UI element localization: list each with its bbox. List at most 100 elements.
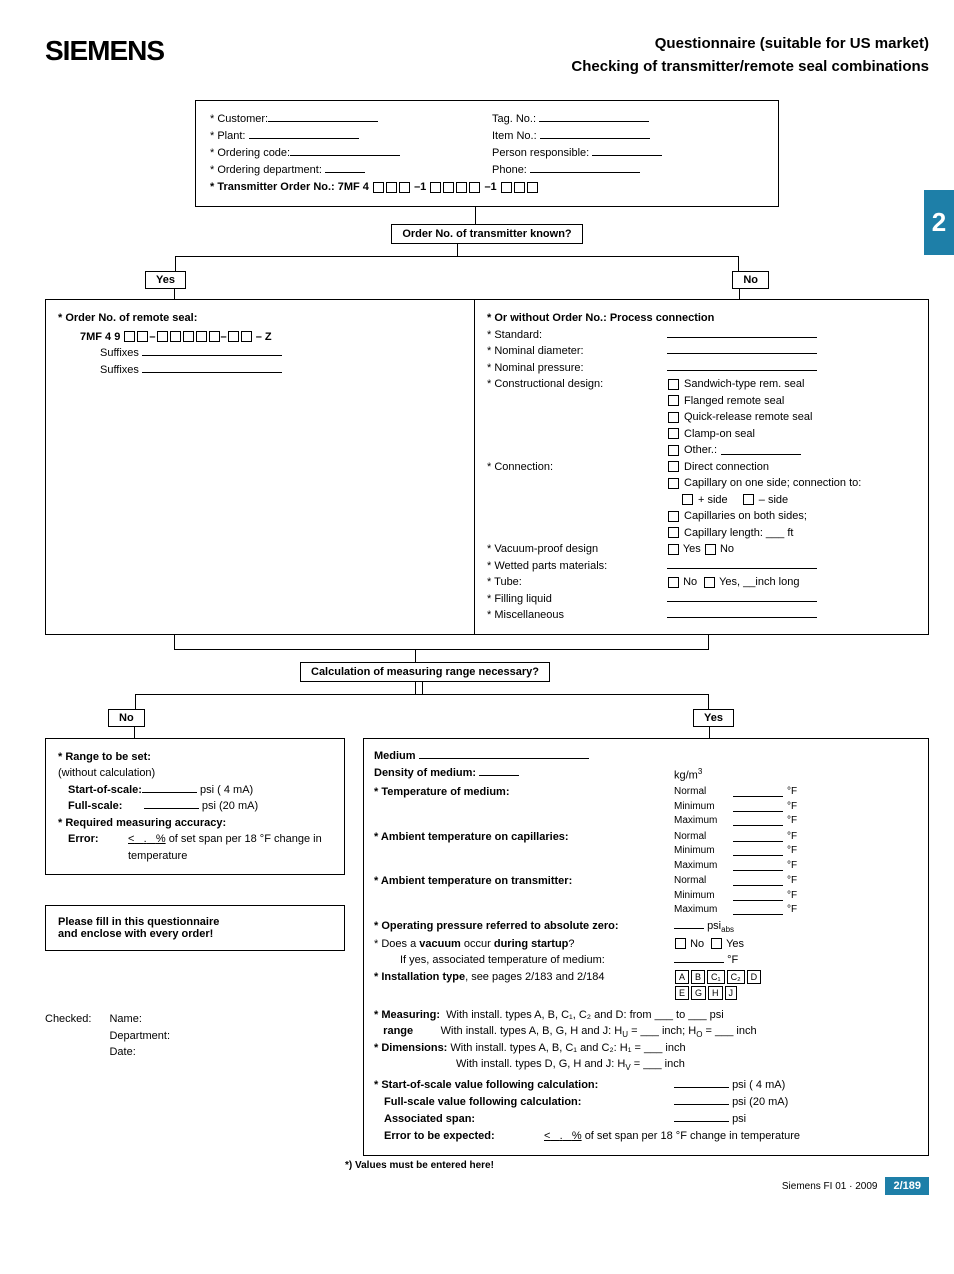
- char-box[interactable]: [157, 331, 168, 342]
- opt-cap-len: Capillary length: ___ ft: [684, 525, 793, 542]
- input-tm-max[interactable]: [733, 817, 783, 826]
- input-other[interactable]: [721, 445, 801, 455]
- char-box[interactable]: [137, 331, 148, 342]
- branch-yes-2: Yes: [693, 709, 734, 727]
- input-nompres[interactable]: [667, 361, 817, 371]
- input-suffixes-1[interactable]: [142, 346, 282, 356]
- char-box[interactable]: [373, 182, 384, 193]
- chk-tube-no[interactable]: [668, 577, 679, 588]
- inst-C1[interactable]: C₁: [707, 970, 725, 984]
- chk-flanged[interactable]: [668, 395, 679, 406]
- char-box[interactable]: [443, 182, 454, 193]
- chk-plus-side[interactable]: [682, 494, 693, 505]
- input-sos-calc[interactable]: [674, 1078, 729, 1088]
- inst-C2[interactable]: C₂: [727, 970, 745, 984]
- input-tm-min[interactable]: [733, 803, 783, 812]
- input-standard[interactable]: [667, 328, 817, 338]
- input-ac-normal[interactable]: [733, 833, 783, 842]
- chk-tube-yes[interactable]: [704, 577, 715, 588]
- input-sos[interactable]: [142, 783, 197, 793]
- char-box[interactable]: [469, 182, 480, 193]
- inst-E[interactable]: E: [675, 986, 689, 1000]
- input-nomdia[interactable]: [667, 344, 817, 354]
- input-fs[interactable]: [144, 799, 199, 809]
- char-box[interactable]: [209, 331, 220, 342]
- input-density[interactable]: [479, 766, 519, 776]
- input-tm-normal[interactable]: [733, 788, 783, 797]
- inst-B[interactable]: B: [691, 970, 705, 984]
- char-box[interactable]: [527, 182, 538, 193]
- input-at-max[interactable]: [733, 906, 783, 915]
- char-box[interactable]: [399, 182, 410, 193]
- input-assoc-span[interactable]: [674, 1112, 729, 1122]
- inst-J[interactable]: J: [725, 986, 738, 1000]
- page-number: 2/189: [885, 1177, 929, 1195]
- lbl-op-pressure: * Operating pressure referred to absolut…: [374, 919, 674, 935]
- lbl-sos-unit: psi ( 4 mA): [200, 784, 253, 796]
- brand-logo: SIEMENS: [45, 35, 164, 67]
- char-box[interactable]: [170, 331, 181, 342]
- char-box[interactable]: [241, 331, 252, 342]
- chk-vac-no[interactable]: [705, 544, 716, 555]
- char-box[interactable]: [514, 182, 525, 193]
- input-op-pressure[interactable]: [674, 919, 704, 929]
- input-customer[interactable]: [268, 112, 378, 122]
- char-box[interactable]: [183, 331, 194, 342]
- chk-direct[interactable]: [668, 461, 679, 472]
- input-ac-max[interactable]: [733, 862, 783, 871]
- checked-block: Checked: Name: Department: Date:: [45, 1011, 345, 1061]
- input-orddept[interactable]: [325, 163, 365, 173]
- input-phone[interactable]: [530, 163, 640, 173]
- chk-cap-one[interactable]: [668, 478, 679, 489]
- input-suffixes-2[interactable]: [142, 363, 282, 373]
- title-line2: Checking of transmitter/remote seal comb…: [571, 58, 929, 75]
- lbl-sos: Start-of-scale:: [68, 784, 142, 796]
- input-tagno[interactable]: [539, 112, 649, 122]
- opt-yes: Yes: [726, 938, 744, 950]
- lbl-tube: * Tube:: [487, 574, 667, 591]
- lbl-temp-medium: * Temperature of medium:: [374, 785, 674, 801]
- chk-clamp[interactable]: [668, 428, 679, 439]
- chk-vac-no2[interactable]: [675, 938, 686, 949]
- input-wetted[interactable]: [667, 559, 817, 569]
- input-plant[interactable]: [249, 129, 359, 139]
- chk-quick[interactable]: [668, 412, 679, 423]
- char-box[interactable]: [456, 182, 467, 193]
- char-box[interactable]: [501, 182, 512, 193]
- inst-D[interactable]: D: [747, 970, 762, 984]
- input-at-min[interactable]: [733, 892, 783, 901]
- input-vac-temp[interactable]: [674, 953, 724, 963]
- chk-cap-len[interactable]: [668, 527, 679, 538]
- input-at-normal[interactable]: [733, 877, 783, 886]
- chk-vac-yes2[interactable]: [711, 938, 722, 949]
- lbl-maximum: Maximum: [674, 814, 729, 829]
- unit-psi: psi: [707, 920, 721, 932]
- chk-minus-side[interactable]: [743, 494, 754, 505]
- input-misc[interactable]: [667, 608, 817, 618]
- char-box[interactable]: [196, 331, 207, 342]
- chk-sandwich[interactable]: [668, 379, 679, 390]
- char-box[interactable]: [124, 331, 135, 342]
- input-itemno[interactable]: [540, 129, 650, 139]
- lbl-phone: Phone:: [492, 164, 527, 176]
- input-fill[interactable]: [667, 592, 817, 602]
- inst-H[interactable]: H: [708, 986, 723, 1000]
- lbl-remote-seal-order: * Order No. of remote seal:: [58, 310, 462, 327]
- input-ac-min[interactable]: [733, 847, 783, 856]
- inst-G[interactable]: G: [691, 986, 706, 1000]
- inst-A[interactable]: A: [675, 970, 689, 984]
- char-box[interactable]: [228, 331, 239, 342]
- input-medium[interactable]: [419, 749, 589, 759]
- chk-vac-yes[interactable]: [668, 544, 679, 555]
- lbl-fs: Full-scale:: [68, 800, 122, 812]
- input-fs-calc[interactable]: [674, 1095, 729, 1105]
- chk-other[interactable]: [668, 445, 679, 456]
- char-box[interactable]: [430, 182, 441, 193]
- chk-cap-both[interactable]: [668, 511, 679, 522]
- char-box[interactable]: [386, 182, 397, 193]
- input-person[interactable]: [592, 146, 662, 156]
- input-ordcode[interactable]: [290, 146, 400, 156]
- opt-vac-no: No: [720, 543, 734, 555]
- panel-process-connection: * Or without Order No.: Process connecti…: [474, 299, 929, 635]
- sym-lt: <: [128, 833, 134, 845]
